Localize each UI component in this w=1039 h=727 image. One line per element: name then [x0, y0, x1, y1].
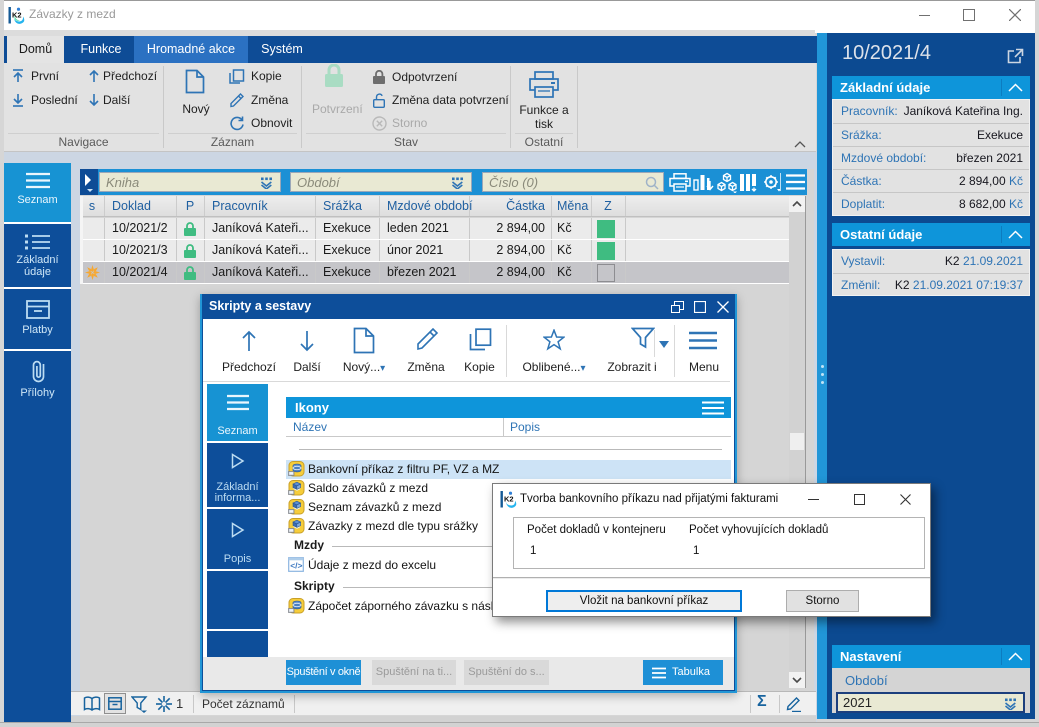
svg-text:</>: </> — [290, 561, 302, 571]
svg-text:K2: K2 — [504, 495, 514, 504]
svg-text:K2: K2 — [12, 11, 22, 20]
